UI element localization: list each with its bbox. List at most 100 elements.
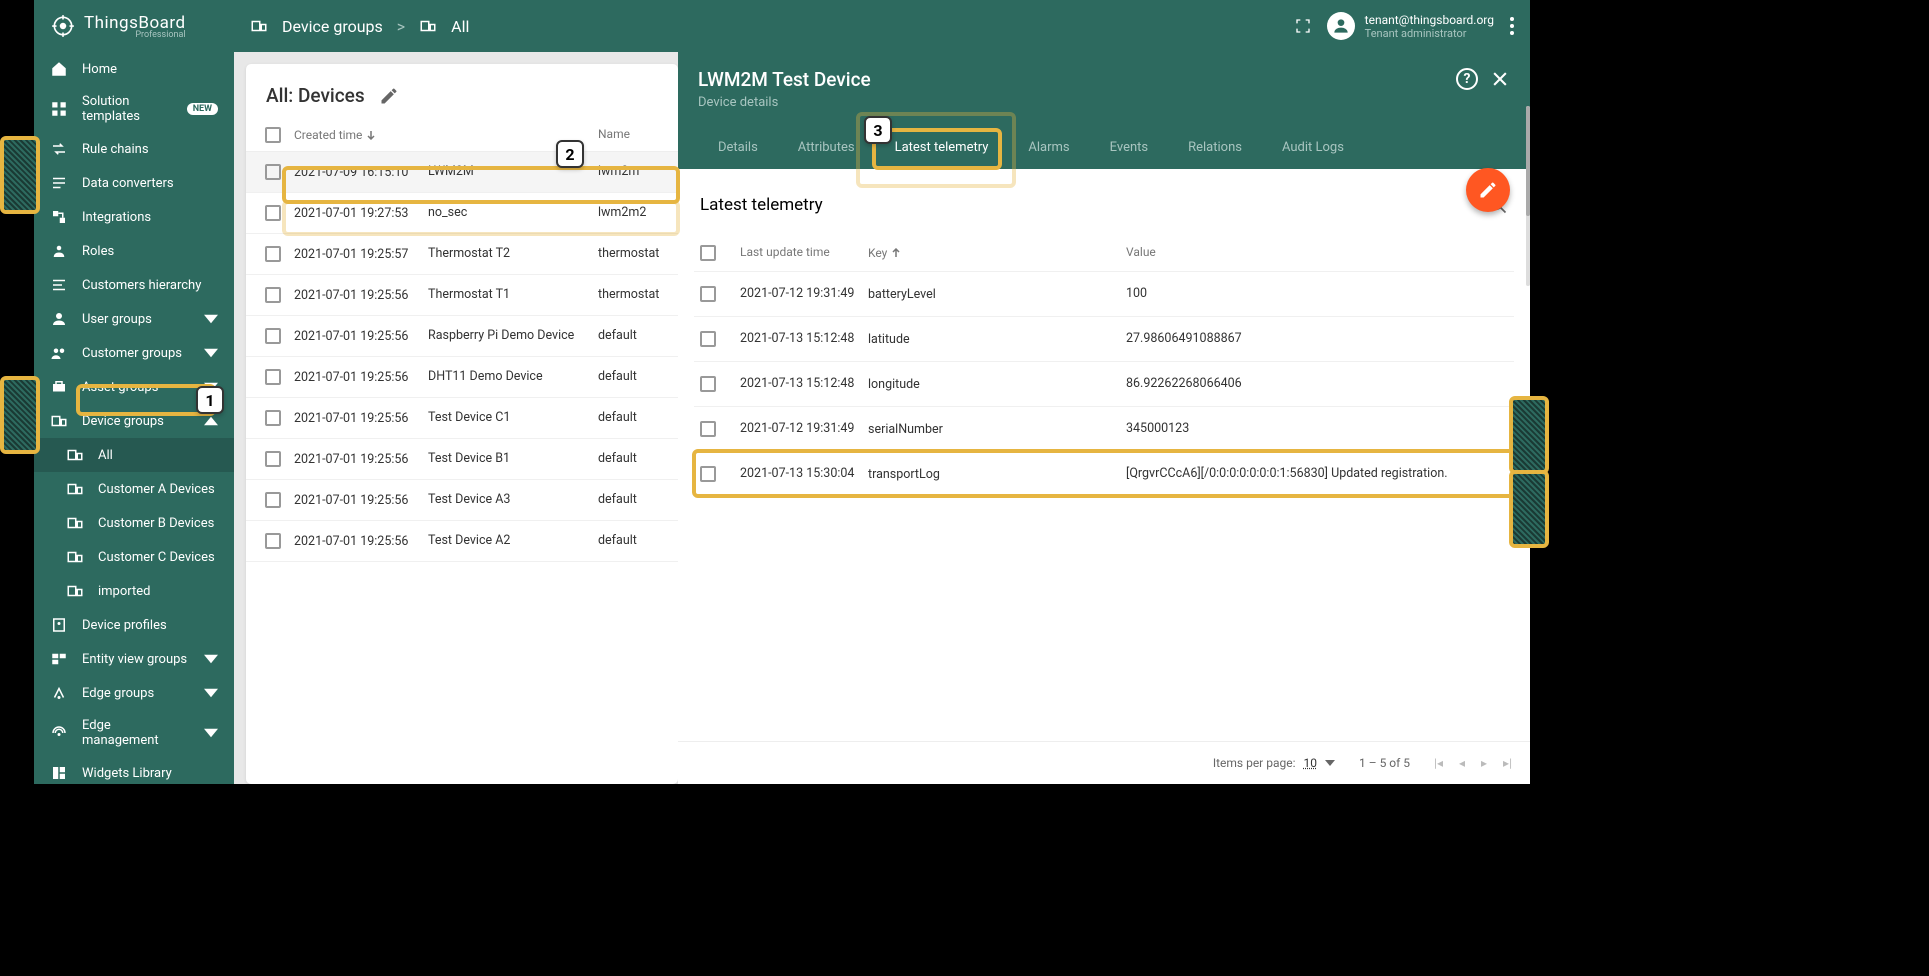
telemetry-checkbox[interactable]	[700, 286, 716, 302]
sidebar-item-edge-management[interactable]: Edge management	[34, 710, 234, 756]
first-page-icon[interactable]: |◂	[1434, 756, 1443, 770]
row-checkbox[interactable]	[265, 369, 281, 385]
sidebar-item-roles[interactable]: Roles	[34, 234, 234, 268]
sidebar-item-data-converters[interactable]: Data converters	[34, 166, 234, 200]
fullscreen-icon[interactable]	[1295, 18, 1311, 34]
row-checkbox[interactable]	[265, 328, 281, 344]
telemetry-row[interactable]: 2021-07-12 19:31:49 serialNumber 3450001…	[694, 406, 1514, 451]
row-checkbox[interactable]	[265, 492, 281, 508]
tab-attributes[interactable]: Attributes	[778, 126, 875, 169]
sidebar-item-all[interactable]: All	[34, 438, 234, 472]
table-row[interactable]: 2021-07-01 19:25:56 Raspberry Pi Demo De…	[246, 316, 678, 357]
sidebar-item-device-profiles[interactable]: Device profiles	[34, 608, 234, 642]
select-all-checkbox[interactable]	[265, 127, 281, 143]
asset-groups-icon	[50, 378, 68, 396]
tab-relations[interactable]: Relations	[1168, 126, 1262, 169]
sidebar-item-rule-chains[interactable]: Rule chains	[34, 132, 234, 166]
nav-label: Asset groups	[82, 380, 190, 395]
user-role: Tenant administrator	[1365, 27, 1494, 40]
cell-created-time: 2021-07-01 19:25:56	[290, 533, 420, 549]
table-row[interactable]: 2021-07-01 19:25:56 DHT11 Demo Device de…	[246, 357, 678, 398]
details-subtitle: Device details	[698, 95, 1456, 110]
telemetry-checkbox[interactable]	[700, 466, 716, 482]
tab-latest-telemetry[interactable]: Latest telemetry	[875, 126, 1009, 169]
breadcrumb-page[interactable]: All	[451, 17, 469, 36]
sidebar-item-customers-hierarchy[interactable]: Customers hierarchy	[34, 268, 234, 302]
scrollbar[interactable]	[1526, 106, 1530, 216]
decoration	[0, 136, 40, 214]
tab-alarms[interactable]: Alarms	[1008, 126, 1089, 169]
sidebar-item-customer-c-devices[interactable]: Customer C Devices	[34, 540, 234, 574]
row-checkbox[interactable]	[265, 451, 281, 467]
help-icon[interactable]: ?	[1456, 68, 1478, 90]
breadcrumb-group[interactable]: Device groups	[282, 17, 383, 36]
tab-audit-logs[interactable]: Audit Logs	[1262, 126, 1364, 169]
details-title: LWM2M Test Device	[698, 68, 1456, 91]
cell-name: default	[590, 492, 668, 508]
table-row[interactable]: 2021-07-01 19:25:57 Thermostat T2 thermo…	[246, 234, 678, 275]
tab-events[interactable]: Events	[1090, 126, 1168, 169]
row-checkbox[interactable]	[265, 164, 281, 180]
nav-label: Device groups	[82, 414, 190, 429]
sidebar-item-customer-a-devices[interactable]: Customer A Devices	[34, 472, 234, 506]
brand-edition: Professional	[84, 30, 186, 40]
telemetry-row[interactable]: 2021-07-13 15:12:48 latitude 27.98606491…	[694, 316, 1514, 361]
row-checkbox[interactable]	[265, 410, 281, 426]
close-icon[interactable]	[1490, 69, 1510, 89]
devices-panel: All: Devices Created time Name 2021-07-0…	[246, 64, 678, 784]
sidebar-item-customer-groups[interactable]: Customer groups	[34, 336, 234, 370]
table-row[interactable]: 2021-07-01 19:25:56 Test Device C1 defau…	[246, 398, 678, 439]
table-row[interactable]: 2021-07-09 16:15:10 LWM2M lwm2m	[246, 152, 678, 193]
cell-update-time: 2021-07-13 15:12:48	[740, 331, 868, 347]
prev-page-icon[interactable]: ◂	[1459, 756, 1465, 770]
cell-created-time: 2021-07-01 19:25:56	[290, 410, 420, 426]
edit-icon[interactable]	[379, 86, 399, 106]
row-checkbox[interactable]	[265, 533, 281, 549]
telemetry-row[interactable]: 2021-07-12 19:31:49 batteryLevel 100	[694, 271, 1514, 316]
telemetry-row[interactable]: 2021-07-13 15:30:04 transportLog [QrgvrC…	[694, 451, 1514, 496]
telemetry-checkbox[interactable]	[700, 421, 716, 437]
cell-key: transportLog	[868, 466, 1126, 482]
edit-fab[interactable]	[1466, 168, 1510, 212]
ipp-value[interactable]: 10	[1304, 756, 1318, 770]
row-checkbox[interactable]	[265, 205, 281, 221]
row-checkbox[interactable]	[265, 287, 281, 303]
col-last-update[interactable]: Last update time	[740, 245, 868, 261]
profiles-icon	[50, 616, 68, 634]
sidebar-item-entity-view-groups[interactable]: Entity view groups	[34, 642, 234, 676]
user-menu[interactable]: tenant@thingsboard.org Tenant administra…	[1327, 12, 1494, 40]
sidebar-item-solution-templates[interactable]: Solution templates NEW	[34, 86, 234, 132]
more-vert-icon[interactable]	[1510, 17, 1514, 35]
telemetry-checkbox[interactable]	[700, 331, 716, 347]
telemetry-row[interactable]: 2021-07-13 15:12:48 longitude 86.9226226…	[694, 361, 1514, 406]
sidebar-item-widgets-library[interactable]: Widgets Library	[34, 756, 234, 784]
col-created-time[interactable]: Created time	[290, 127, 420, 143]
sidebar-item-user-groups[interactable]: User groups	[34, 302, 234, 336]
sort-down-icon	[366, 130, 376, 140]
sidebar-item-imported[interactable]: imported	[34, 574, 234, 608]
table-row[interactable]: 2021-07-01 19:25:56 Thermostat T1 thermo…	[246, 275, 678, 316]
select-all-telemetry-checkbox[interactable]	[700, 245, 716, 261]
sidebar-item-customer-b-devices[interactable]: Customer B Devices	[34, 506, 234, 540]
next-page-icon[interactable]: ▸	[1481, 756, 1487, 770]
main-content: All: Devices Created time Name 2021-07-0…	[234, 52, 1530, 784]
sidebar-item-integrations[interactable]: Integrations	[34, 200, 234, 234]
sidebar-item-home[interactable]: Home	[34, 52, 234, 86]
telemetry-checkbox[interactable]	[700, 376, 716, 392]
col-value[interactable]: Value	[1126, 245, 1508, 261]
table-row[interactable]: 2021-07-01 19:25:56 Test Device A2 defau…	[246, 521, 678, 562]
table-row[interactable]: 2021-07-01 19:25:56 Test Device A3 defau…	[246, 480, 678, 521]
devices-icon	[250, 17, 268, 35]
dropdown-icon[interactable]	[1325, 760, 1335, 766]
row-checkbox[interactable]	[265, 246, 281, 262]
tab-details[interactable]: Details	[698, 126, 778, 169]
col-key[interactable]: Key	[868, 245, 1126, 261]
table-row[interactable]: 2021-07-01 19:27:53 no_sec lwm2m2	[246, 193, 678, 234]
decoration	[0, 376, 40, 454]
cell-created-time: 2021-07-09 16:15:10	[290, 164, 420, 180]
page-range: 1 – 5 of 5	[1359, 756, 1410, 770]
table-row[interactable]: 2021-07-01 19:25:56 Test Device B1 defau…	[246, 439, 678, 480]
col-name[interactable]: Name	[590, 127, 668, 143]
last-page-icon[interactable]: ▸|	[1503, 756, 1512, 770]
sidebar-item-edge-groups[interactable]: Edge groups	[34, 676, 234, 710]
